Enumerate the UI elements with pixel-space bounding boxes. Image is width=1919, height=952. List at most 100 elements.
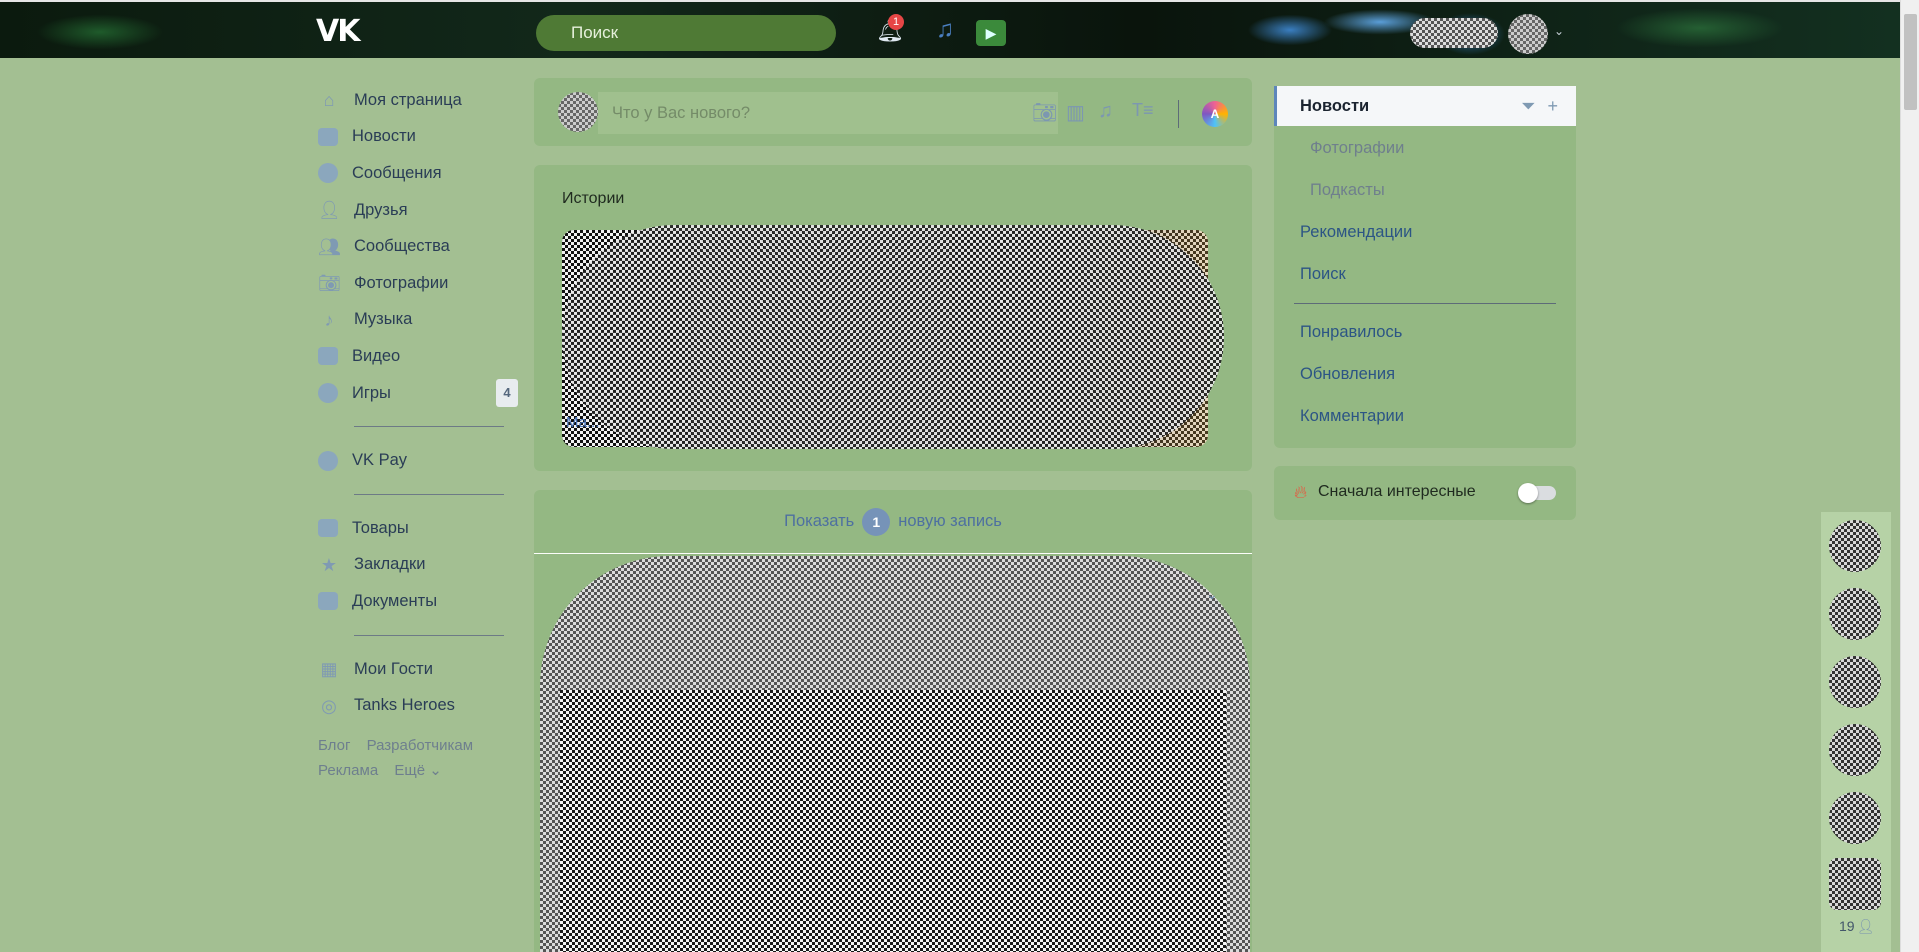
sidebar-item-label: Друзья [354,200,408,219]
show-new-posts-button[interactable]: Показать 1 новую запись [534,490,1252,554]
page-scrollbar[interactable] [1900,0,1919,952]
post-image[interactable] [560,690,1226,952]
sidebar-divider [354,426,504,428]
scroll-thumb[interactable] [1904,14,1917,110]
sidebar-item-my-page[interactable]: ⌂ Моя страница [318,82,518,119]
stories-title: Истории [562,190,625,207]
sidebar-item-label: Фотографии [354,273,449,292]
camera-icon[interactable]: 📷︎ [1032,100,1057,125]
sidebar-item-vk-pay[interactable]: VK Pay [318,442,518,479]
sidebar-item-label: Сообщения [352,163,442,182]
sidebar-item-communities[interactable]: 👥︎ Сообщества [318,228,518,265]
story-author: Ма... [566,414,600,431]
video-icon [318,347,338,366]
plus-icon[interactable]: + [1547,96,1558,116]
avatar[interactable] [1829,724,1881,776]
communities-icon: 👥︎ [318,236,341,257]
sidebar-item-my-guests[interactable]: ▦ Мои Гости [318,651,518,688]
sidebar-item-label: VK Pay [352,451,408,470]
vk-pay-icon [318,450,338,471]
avatar[interactable] [1829,792,1881,844]
interesting-first-setting: 🔥︎ Сначала интересные [1274,466,1576,520]
left-sidebar: ⌂ Моя страница Новости Сообщения 👤︎ Друз… [318,82,518,724]
fire-icon: 🔥︎ [1294,482,1308,502]
footer-link-ads[interactable]: Реклама [318,762,378,779]
post-input[interactable]: Что у Вас нового? [598,92,1058,134]
toggle-knob [1518,483,1538,503]
news-feed: Показать 1 новую запись ⌄ [534,490,1252,952]
games-count-badge: 4 [496,379,518,408]
menu-item-recommendations[interactable]: Рекомендации [1274,212,1576,252]
footer-link-developers[interactable]: Разработчикам [367,737,473,754]
sidebar-item-messages[interactable]: Сообщения [318,155,518,192]
search-input[interactable]: Поиск [536,15,836,51]
bag-icon [318,519,338,538]
chevron-down-icon[interactable]: ⌄ [1554,24,1564,38]
sidebar-item-documents[interactable]: Документы [318,583,518,620]
menu-item-liked[interactable]: Понравилось [1274,312,1576,352]
news-icon [318,127,338,146]
footer-link-blog[interactable]: Блог [318,737,350,754]
article-icon[interactable]: T≡ [1132,100,1154,121]
notification-badge: 1 [888,14,904,30]
avatar[interactable] [1508,14,1548,54]
home-icon: ⌂ [323,90,335,111]
sidebar-item-label: Tanks Heroes [354,696,455,715]
sidebar-item-photos[interactable]: 📷︎ Фотографии [318,265,518,302]
menu-item-news[interactable]: Новости ⏷ + [1274,86,1576,126]
camera-icon: 📷︎ [318,273,341,294]
menu-item-comments[interactable]: Комментарии [1274,396,1576,436]
user-name[interactable] [1410,18,1498,48]
stories-block: Истории Ма... [534,165,1252,471]
sidebar-item-video[interactable]: Видео [318,338,518,375]
sidebar-item-label: Товары [352,518,409,537]
sidebar-item-label: Мои Гости [354,659,433,678]
avatar[interactable] [1829,656,1881,708]
online-count-value: 19 [1839,918,1855,934]
footer-links: Блог Разработчикам Реклама Ещё ⌄ [318,733,518,783]
stories-overlay [562,225,1224,449]
sidebar-item-bookmarks[interactable]: ★ Закладки [318,547,518,584]
sidebar-item-label: Сообщества [354,237,450,256]
sidebar-item-label: Видео [352,346,401,365]
poster-icon[interactable]: A [1202,101,1228,127]
sidebar-item-label: Моя страница [354,90,462,109]
toolbar-divider [1178,100,1179,128]
footer-link-more[interactable]: Ещё ⌄ [394,762,441,779]
video-icon[interactable]: ▥ [1066,100,1085,125]
music-icon[interactable]: ♫ [1098,100,1113,123]
sidebar-item-games[interactable]: Игры 4 [318,375,518,412]
sidebar-item-label: Новости [352,127,416,146]
interesting-first-toggle[interactable] [1518,483,1556,503]
avatar[interactable] [1829,858,1881,910]
vk-logo[interactable]: VK [316,14,364,49]
document-icon [318,592,338,611]
avatar[interactable] [1829,520,1881,572]
filter-icon[interactable]: ⏷ [1521,96,1535,116]
menu-item-podcasts[interactable]: Подкасты [1274,170,1576,210]
avatar [558,92,598,132]
sidebar-item-friends[interactable]: 👤︎ Друзья [318,192,518,229]
avatar[interactable] [1829,588,1881,640]
feed-filter-menu: Новости ⏷ + Фотографии Подкасты Рекоменда… [1274,86,1576,448]
menu-item-updates[interactable]: Обновления [1274,354,1576,394]
sidebar-item-label: Документы [352,591,438,610]
messages-icon [318,163,338,184]
music-icon: ♪ [324,309,334,330]
games-icon [318,383,338,404]
chevron-down-icon[interactable]: ⌄ [1206,586,1218,603]
sidebar-item-tanks-heroes[interactable]: ◎ Tanks Heroes [318,687,518,724]
online-count[interactable]: 19 👤︎ [1839,918,1874,935]
music-note-icon[interactable]: ♫ [936,16,954,44]
sidebar-item-news[interactable]: Новости [318,119,518,156]
play-icon[interactable]: ▶ [976,20,1006,46]
menu-item-label: Новости [1300,97,1370,115]
apps-icon: ▦ [320,659,338,680]
sidebar-item-music[interactable]: ♪ Музыка [318,302,518,339]
friends-icon: 👤︎ [318,200,341,221]
sidebar-item-goods[interactable]: Товары [318,510,518,547]
menu-item-search[interactable]: Поиск [1274,254,1576,294]
menu-item-photos[interactable]: Фотографии [1274,128,1576,168]
sidebar-divider [354,493,504,495]
show-new-prefix: Показать [784,512,855,530]
